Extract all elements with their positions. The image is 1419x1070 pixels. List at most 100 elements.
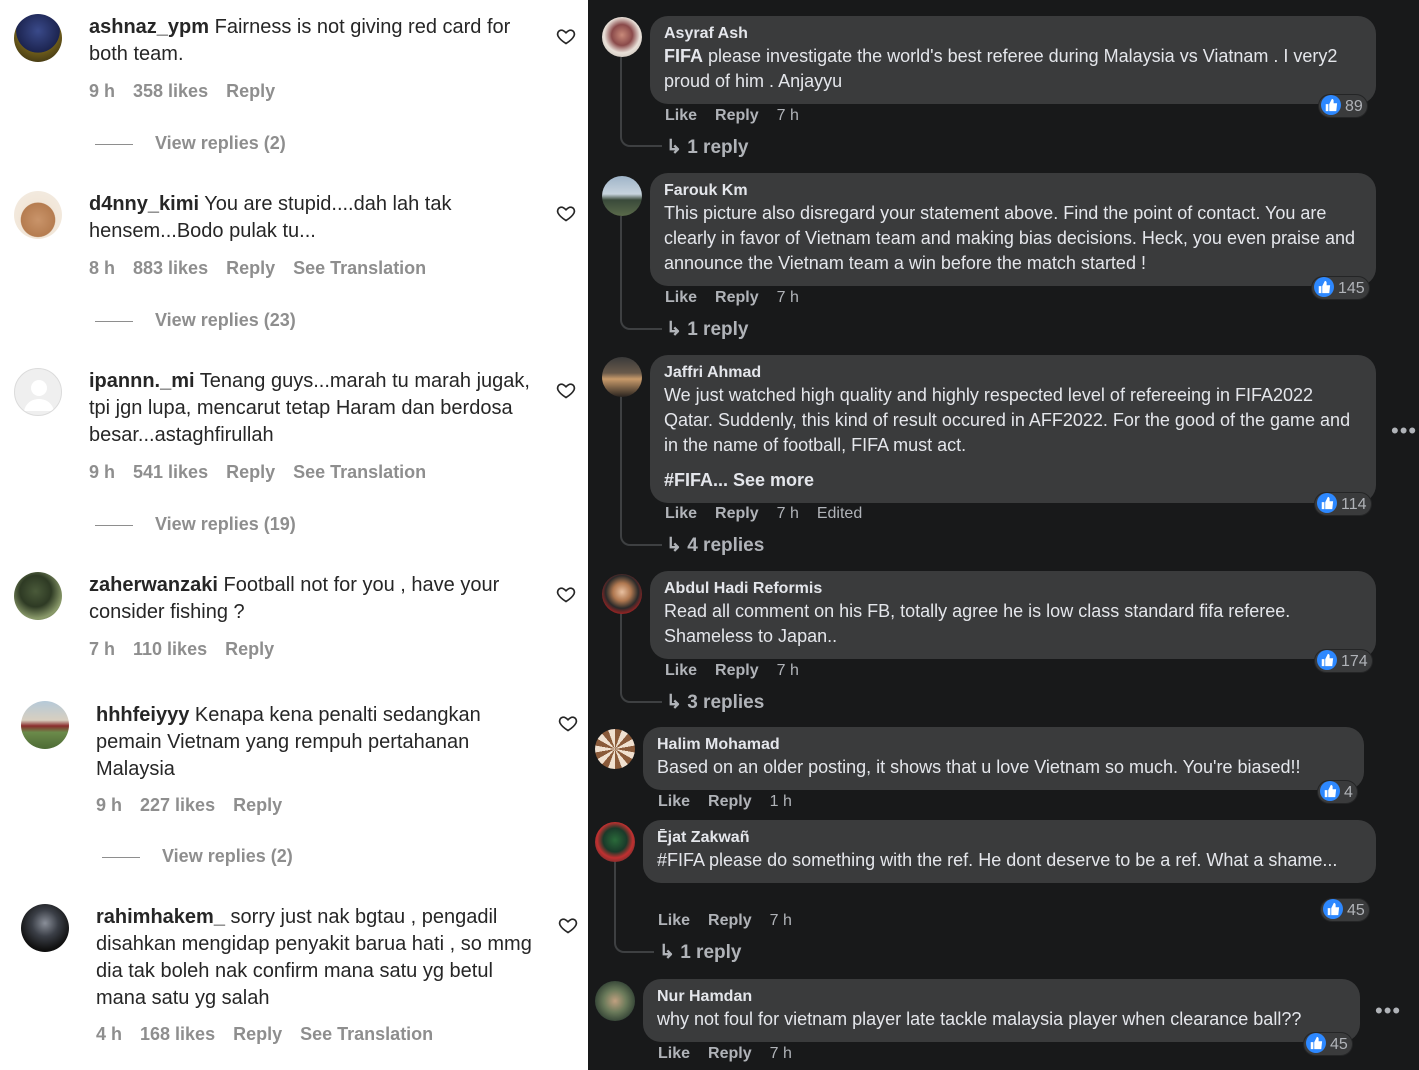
like-count[interactable]: 227 likes [140, 795, 215, 815]
reply-button[interactable]: Reply [226, 81, 275, 101]
comment-bubble: Nur Hamdan why not foul for vietnam play… [643, 979, 1360, 1042]
heart-icon[interactable] [556, 584, 576, 604]
reaction-count[interactable]: 4 [1318, 781, 1357, 803]
like-button[interactable]: Like [658, 1045, 690, 1062]
reply-button[interactable]: Reply [225, 639, 274, 659]
see-more-link[interactable]: #FIFA... See more [664, 468, 1362, 493]
avatar[interactable] [602, 574, 642, 614]
commenter-name[interactable]: Farouk Km [664, 181, 1362, 201]
reply-button[interactable]: Reply [715, 107, 759, 124]
view-replies-button[interactable]: ↳ 4 replies [666, 534, 764, 557]
avatar[interactable] [595, 981, 635, 1021]
username[interactable]: ipannn._mi [89, 370, 195, 392]
avatar[interactable] [602, 357, 642, 397]
view-replies-button[interactable]: ↳ 1 reply [666, 136, 748, 159]
commenter-name[interactable]: Halim Mohamad [657, 735, 1350, 755]
commenter-name[interactable]: Abdul Hadi Reformis [664, 579, 1362, 599]
comment-actions: Like Reply 7 h [665, 107, 817, 125]
reaction-count[interactable]: 145 [1312, 277, 1369, 299]
heart-icon[interactable] [556, 380, 576, 400]
timestamp[interactable]: 7 h [770, 912, 792, 929]
reaction-count[interactable]: 114 [1315, 493, 1371, 515]
see-translation-button[interactable]: See Translation [300, 1024, 433, 1044]
commenter-name[interactable]: Ējat Zakwañ [657, 828, 1362, 848]
avatar[interactable] [14, 368, 62, 416]
like-count[interactable]: 358 likes [133, 81, 208, 101]
like-button[interactable]: Like [665, 289, 697, 306]
view-replies-button[interactable]: ↳ 1 reply [666, 318, 748, 341]
avatar[interactable] [602, 176, 642, 216]
heart-icon[interactable] [556, 26, 576, 46]
reply-button[interactable]: Reply [226, 462, 275, 482]
comment-actions: Like Reply 7 h Edited [665, 505, 880, 523]
reaction-count[interactable]: 89 [1319, 95, 1367, 117]
reaction-count[interactable]: 45 [1321, 899, 1369, 921]
commenter-name[interactable]: Nur Hamdan [657, 987, 1346, 1007]
avatar[interactable] [14, 572, 62, 620]
like-button[interactable]: Like [658, 912, 690, 929]
like-count[interactable]: 168 likes [140, 1024, 215, 1044]
timestamp[interactable]: 7 h [777, 289, 799, 306]
reaction-count[interactable]: 45 [1304, 1033, 1352, 1055]
see-translation-button[interactable]: See Translation [293, 258, 426, 278]
like-button[interactable]: Like [665, 662, 697, 679]
reply-button[interactable]: Reply [708, 912, 752, 929]
view-replies-button[interactable]: View replies (19) [95, 514, 296, 535]
heart-icon[interactable] [558, 915, 578, 935]
timestamp: 4 h [96, 1024, 123, 1044]
reply-button[interactable]: Reply [226, 258, 275, 278]
reply-button[interactable]: Reply [715, 289, 759, 306]
reply-button[interactable]: Reply [708, 1045, 752, 1062]
reply-arrow-icon: ↳ [666, 137, 688, 158]
timestamp[interactable]: 1 h [770, 793, 792, 810]
username[interactable]: ashnaz_ypm [89, 16, 209, 38]
username[interactable]: d4nny_kimi [89, 193, 199, 215]
view-replies-button[interactable]: View replies (23) [95, 310, 296, 331]
timestamp[interactable]: 7 h [777, 505, 799, 522]
reply-button[interactable]: Reply [708, 793, 752, 810]
avatar[interactable] [595, 822, 635, 862]
comment-body: #FIFA please do something with the ref. … [657, 850, 1338, 870]
avatar[interactable] [21, 701, 69, 749]
more-options-icon[interactable]: ••• [1375, 998, 1401, 1024]
username[interactable]: hhhfeiyyy [96, 704, 189, 726]
view-replies-button[interactable]: View replies (2) [95, 133, 286, 154]
reply-button[interactable]: Reply [715, 662, 759, 679]
reply-button[interactable]: Reply [715, 505, 759, 522]
like-count[interactable]: 541 likes [133, 462, 208, 482]
timestamp[interactable]: 7 h [770, 1045, 792, 1062]
reply-button[interactable]: Reply [233, 1024, 282, 1044]
more-options-icon[interactable]: ••• [1391, 418, 1417, 444]
timestamp[interactable]: 7 h [777, 107, 799, 124]
see-translation-button[interactable]: See Translation [293, 462, 426, 482]
avatar[interactable] [602, 17, 642, 57]
timestamp: 9 h [89, 462, 116, 482]
hashtag-link[interactable]: #FIFA [657, 850, 704, 870]
username[interactable]: rahimhakem_ [96, 906, 225, 928]
like-button[interactable]: Like [665, 505, 697, 522]
username[interactable]: zaherwanzaki [89, 574, 218, 596]
reply-arrow-icon: ↳ [666, 692, 688, 713]
like-count[interactable]: 883 likes [133, 258, 208, 278]
heart-icon[interactable] [556, 203, 576, 223]
comment-text: zaherwanzaki Football not for you , have… [89, 572, 541, 626]
like-button[interactable]: Like [665, 107, 697, 124]
view-replies-button[interactable]: ↳ 1 reply [659, 941, 741, 964]
avatar[interactable] [14, 191, 62, 239]
view-replies-button[interactable]: View replies (2) [102, 846, 293, 867]
commenter-name[interactable]: Asyraf Ash [664, 24, 1362, 44]
reply-arrow-icon: ↳ [666, 535, 688, 556]
fifa-link[interactable]: FIFA [664, 46, 703, 66]
commenter-name[interactable]: Jaffri Ahmad [664, 363, 1362, 383]
avatar[interactable] [14, 14, 62, 62]
avatar[interactable] [21, 904, 69, 952]
like-count[interactable]: 110 likes [133, 639, 207, 659]
reaction-count[interactable]: 174 [1315, 650, 1372, 672]
timestamp[interactable]: 7 h [777, 662, 799, 679]
avatar[interactable] [595, 729, 635, 769]
view-replies-button[interactable]: ↳ 3 replies [666, 691, 764, 714]
thumbs-up-icon [1306, 1033, 1326, 1053]
heart-icon[interactable] [558, 713, 578, 733]
reply-button[interactable]: Reply [233, 795, 282, 815]
like-button[interactable]: Like [658, 793, 690, 810]
